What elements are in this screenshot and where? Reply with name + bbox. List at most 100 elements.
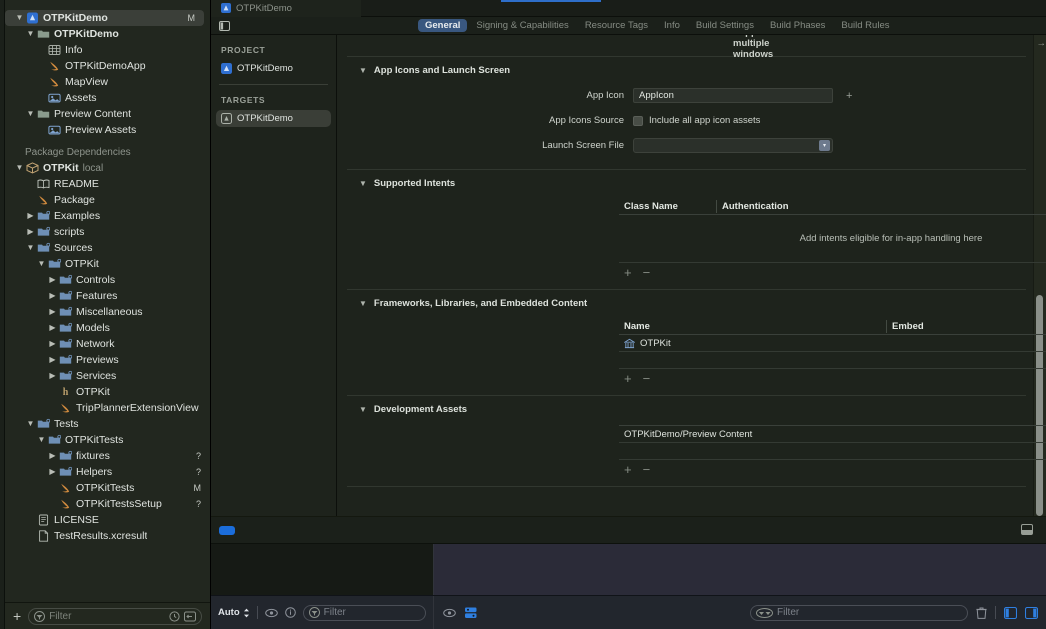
navigator-row[interactable]: ▶ Examples: [5, 208, 210, 224]
table-row[interactable]: OTPKitDemo/Preview Content: [619, 426, 1046, 443]
chevron-down-icon[interactable]: ▼: [25, 420, 36, 428]
column-authentication[interactable]: Authentication: [716, 200, 1046, 213]
navigator-row[interactable]: OTPKitTestsSetup?: [5, 496, 210, 512]
navigator-group-header[interactable]: Package Dependencies: [5, 144, 210, 160]
section-development-assets-title[interactable]: ▼ Development Assets: [337, 404, 1046, 415]
development-assets-table[interactable]: OTPKitDemo/Preview Content + −: [619, 425, 1046, 478]
supports-multiple-windows-row[interactable]: Supports multiple windows →: [337, 35, 1046, 60]
chevron-down-icon[interactable]: ▼: [359, 66, 367, 75]
chevron-down-icon[interactable]: ▼: [359, 405, 367, 414]
chevron-down-icon[interactable]: ▼: [14, 164, 25, 172]
remove-development-asset-button[interactable]: −: [643, 462, 651, 477]
navigator-row[interactable]: ▶ Controls: [5, 272, 210, 288]
chevron-right-icon[interactable]: ▶: [47, 276, 58, 284]
remove-intent-button[interactable]: −: [643, 265, 651, 280]
navigator-row[interactable]: ▶ Network: [5, 336, 210, 352]
navigator-row[interactable]: MapView: [5, 74, 210, 90]
section-app-icons-title[interactable]: ▼ App Icons and Launch Screen: [337, 65, 1046, 76]
navigator-row[interactable]: ▼ OTPKit local: [5, 160, 210, 176]
navigator-row[interactable]: ▶ scripts: [5, 224, 210, 240]
navigator-row[interactable]: Package: [5, 192, 210, 208]
column-embed[interactable]: Embed: [886, 320, 1046, 333]
chevron-right-icon[interactable]: ▶: [47, 356, 58, 364]
chevron-right-icon[interactable]: ▶: [25, 228, 36, 236]
navigator-row[interactable]: TestResults.xcresult: [5, 528, 210, 544]
frameworks-table[interactable]: Name Embed OTPKit + −: [619, 319, 1046, 387]
tab-general[interactable]: General: [418, 18, 468, 33]
navigator-toggle-icon[interactable]: [211, 20, 238, 31]
eye-icon[interactable]: [264, 608, 278, 618]
eye-icon[interactable]: [443, 608, 456, 618]
chevron-right-icon[interactable]: ▶: [47, 452, 58, 460]
table-row[interactable]: OTPKit: [619, 335, 1046, 352]
chevron-down-icon[interactable]: ▼: [36, 436, 47, 444]
navigator-row[interactable]: Info: [5, 42, 210, 58]
chevron-right-icon[interactable]: ▶: [47, 308, 58, 316]
collapse-icon[interactable]: [184, 611, 196, 622]
include-all-app-icons-checkbox-row[interactable]: Include all app icon assets: [633, 115, 760, 126]
chevron-down-icon[interactable]: ▼: [25, 30, 36, 38]
navigator-row[interactable]: ▶ Previews: [5, 352, 210, 368]
include-all-app-icons-checkbox[interactable]: [633, 115, 643, 126]
navigator-row[interactable]: h OTPKit: [5, 384, 210, 400]
remove-framework-button[interactable]: −: [643, 371, 651, 386]
variables-view-icon[interactable]: [465, 607, 477, 619]
navigator-row[interactable]: ▼ OTPKitTests: [5, 432, 210, 448]
debug-status-tag[interactable]: [219, 526, 235, 535]
target-item-otpkitdemo[interactable]: OTPKitDemo: [216, 110, 331, 127]
chevron-right-icon[interactable]: ▶: [47, 340, 58, 348]
navigator-row[interactable]: ▼ Preview Content: [5, 106, 210, 122]
navigator-filter-field[interactable]: Filter: [28, 607, 202, 625]
launch-screen-file-popup[interactable]: ▾: [633, 138, 833, 153]
navigator-row[interactable]: OTPKitDemoApp: [5, 58, 210, 74]
navigator-row[interactable]: ▶ fixtures?: [5, 448, 210, 464]
column-class-name[interactable]: Class Name: [619, 200, 716, 213]
trash-icon[interactable]: [976, 607, 987, 619]
navigator-row[interactable]: ▶ Miscellaneous: [5, 304, 210, 320]
debug-variables-filter-field[interactable]: Filter: [302, 604, 426, 621]
add-development-asset-button[interactable]: +: [624, 462, 632, 477]
chevron-right-icon[interactable]: ▶: [47, 324, 58, 332]
navigator-row[interactable]: ▼ Sources: [5, 240, 210, 256]
navigator-row[interactable]: ▶ Helpers?: [5, 464, 210, 480]
section-frameworks-title[interactable]: ▼ Frameworks, Libraries, and Embedded Co…: [337, 298, 1046, 309]
chevron-right-icon[interactable]: ▶: [47, 468, 58, 476]
chevron-down-icon[interactable]: ▼: [25, 110, 36, 118]
editor-tab[interactable]: OTPKitDemo: [211, 0, 361, 17]
navigator-row[interactable]: ▶ Models: [5, 320, 210, 336]
chevron-down-icon[interactable]: ▼: [359, 179, 367, 188]
supported-intents-table[interactable]: Class Name Authentication Add intents el…: [619, 199, 1046, 281]
chevron-right-icon[interactable]: ▶: [47, 372, 58, 380]
chevron-down-icon[interactable]: ▼: [25, 244, 36, 252]
chevron-down-icon[interactable]: ▼: [359, 299, 367, 308]
tab-resource-tags[interactable]: Resource Tags: [578, 19, 655, 33]
debug-variables-view[interactable]: [211, 544, 434, 595]
navigator-row[interactable]: ▼ Tests: [5, 416, 210, 432]
chevron-right-icon[interactable]: ▶: [25, 212, 36, 220]
auto-scope-selector[interactable]: Auto: [218, 607, 250, 618]
disclosure-arrow-icon[interactable]: →: [1037, 38, 1046, 49]
tab-build-phases[interactable]: Build Phases: [763, 19, 832, 33]
app-icon-input[interactable]: AppIcon: [633, 88, 833, 103]
navigator-file-tree[interactable]: ▼ OTPKitDemo M ▼ OTPKitDemo Info OTPKitDemoA…: [5, 10, 210, 590]
add-file-button[interactable]: +: [13, 609, 21, 623]
navigator-row[interactable]: LICENSE: [5, 512, 210, 528]
add-framework-button[interactable]: +: [624, 371, 632, 386]
clock-icon[interactable]: [169, 610, 180, 622]
add-intent-button[interactable]: +: [624, 265, 632, 280]
navigator-row[interactable]: ▶ Services: [5, 368, 210, 384]
navigator-row[interactable]: ▼ OTPKitDemo M: [5, 10, 204, 26]
chevron-right-icon[interactable]: ▶: [47, 292, 58, 300]
tab-build-settings[interactable]: Build Settings: [689, 19, 761, 33]
navigator-row[interactable]: README: [5, 176, 210, 192]
column-name[interactable]: Name: [619, 320, 886, 333]
tab-info[interactable]: Info: [657, 19, 687, 33]
info-circle-icon[interactable]: [284, 607, 296, 618]
navigator-row[interactable]: ▼ OTPKit: [5, 256, 210, 272]
navigator-row[interactable]: Assets: [5, 90, 210, 106]
console-filter-field[interactable]: Filter: [750, 604, 968, 621]
left-panel-toggle-icon[interactable]: [1004, 606, 1017, 619]
debug-panel-toggle-icon[interactable]: [1021, 524, 1033, 535]
debug-console-view[interactable]: [434, 544, 1046, 595]
section-supported-intents-title[interactable]: ▼ Supported Intents: [337, 178, 1046, 189]
